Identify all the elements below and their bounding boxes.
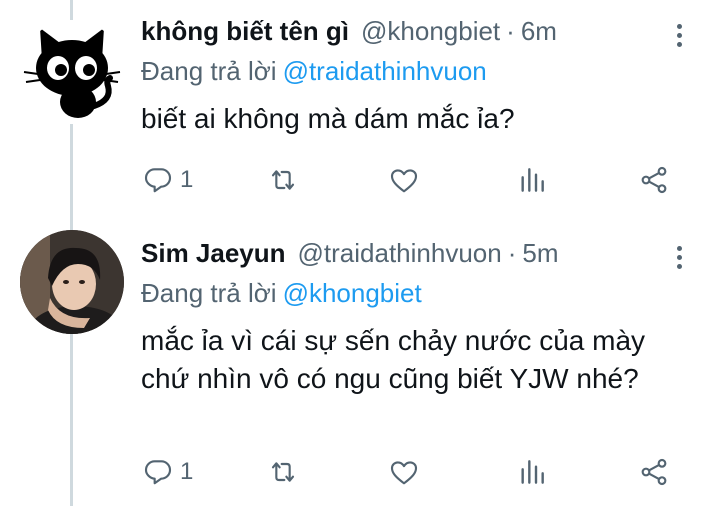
timestamp[interactable]: 5m — [522, 238, 558, 269]
user-handle[interactable]: @khongbiet — [361, 16, 500, 47]
timestamp[interactable]: 6m — [521, 16, 557, 47]
separator-dot: · — [507, 238, 517, 268]
like-icon — [390, 461, 418, 485]
black-cat-avatar-icon — [20, 20, 124, 124]
views-button[interactable] — [516, 452, 548, 492]
tweet-header: Sim Jaeyun @traidathinhvuon · 5m — [141, 238, 559, 274]
share-button[interactable] — [638, 160, 670, 200]
tweet[interactable]: không biết tên gì @khongbiet · 6m Đang t… — [0, 0, 720, 222]
views-icon — [521, 460, 544, 484]
reply-icon — [144, 168, 172, 193]
tweet-header: không biết tên gì @khongbiet · 6m — [141, 16, 557, 52]
tweet-text: biết ai không mà dám mắc ỉa? — [141, 103, 515, 134]
replying-to: Đang trả lời @traidathinhvuon — [141, 56, 487, 87]
mention-link[interactable]: @traidathinhvuon — [283, 56, 487, 86]
retweet-button[interactable] — [267, 160, 299, 200]
retweet-button[interactable] — [267, 452, 299, 492]
reply-count: 1 — [180, 166, 194, 193]
separator-dot: · — [506, 16, 515, 46]
reply-button[interactable]: 1 — [142, 160, 193, 200]
replying-to-label: Đang trả lời — [141, 56, 277, 86]
like-icon — [390, 169, 418, 193]
action-bar: 1 — [0, 452, 720, 492]
replying-to-label: Đang trả lời — [141, 278, 277, 308]
tweet-text: mắc ỉa vì cái sự sến chảy nước của mày c… — [141, 325, 646, 394]
person-photo-avatar-icon — [20, 230, 124, 334]
display-name[interactable]: không biết tên gì — [141, 16, 349, 47]
share-button[interactable] — [638, 452, 670, 492]
reply-count: 1 — [180, 458, 194, 485]
mention-link[interactable]: @khongbiet — [283, 278, 422, 308]
more-icon[interactable] — [664, 240, 694, 274]
share-icon — [641, 458, 667, 486]
tweet[interactable]: Sim Jaeyun @traidathinhvuon · 5m Đang tr… — [0, 222, 720, 506]
views-icon — [521, 168, 544, 192]
more-icon[interactable] — [664, 18, 694, 52]
share-icon — [641, 166, 667, 194]
avatar[interactable] — [20, 20, 124, 124]
display-name[interactable]: Sim Jaeyun — [141, 238, 286, 269]
action-bar: 1 — [0, 160, 720, 200]
retweet-icon — [271, 462, 295, 482]
views-button[interactable] — [516, 160, 548, 200]
replying-to: Đang trả lời @khongbiet — [141, 278, 422, 309]
retweet-icon — [271, 170, 295, 190]
reply-button[interactable]: 1 — [142, 452, 193, 492]
avatar[interactable] — [20, 230, 124, 334]
like-button[interactable] — [388, 160, 420, 200]
user-handle[interactable]: @traidathinhvuon — [298, 238, 502, 269]
reply-icon — [144, 460, 172, 485]
like-button[interactable] — [388, 452, 420, 492]
